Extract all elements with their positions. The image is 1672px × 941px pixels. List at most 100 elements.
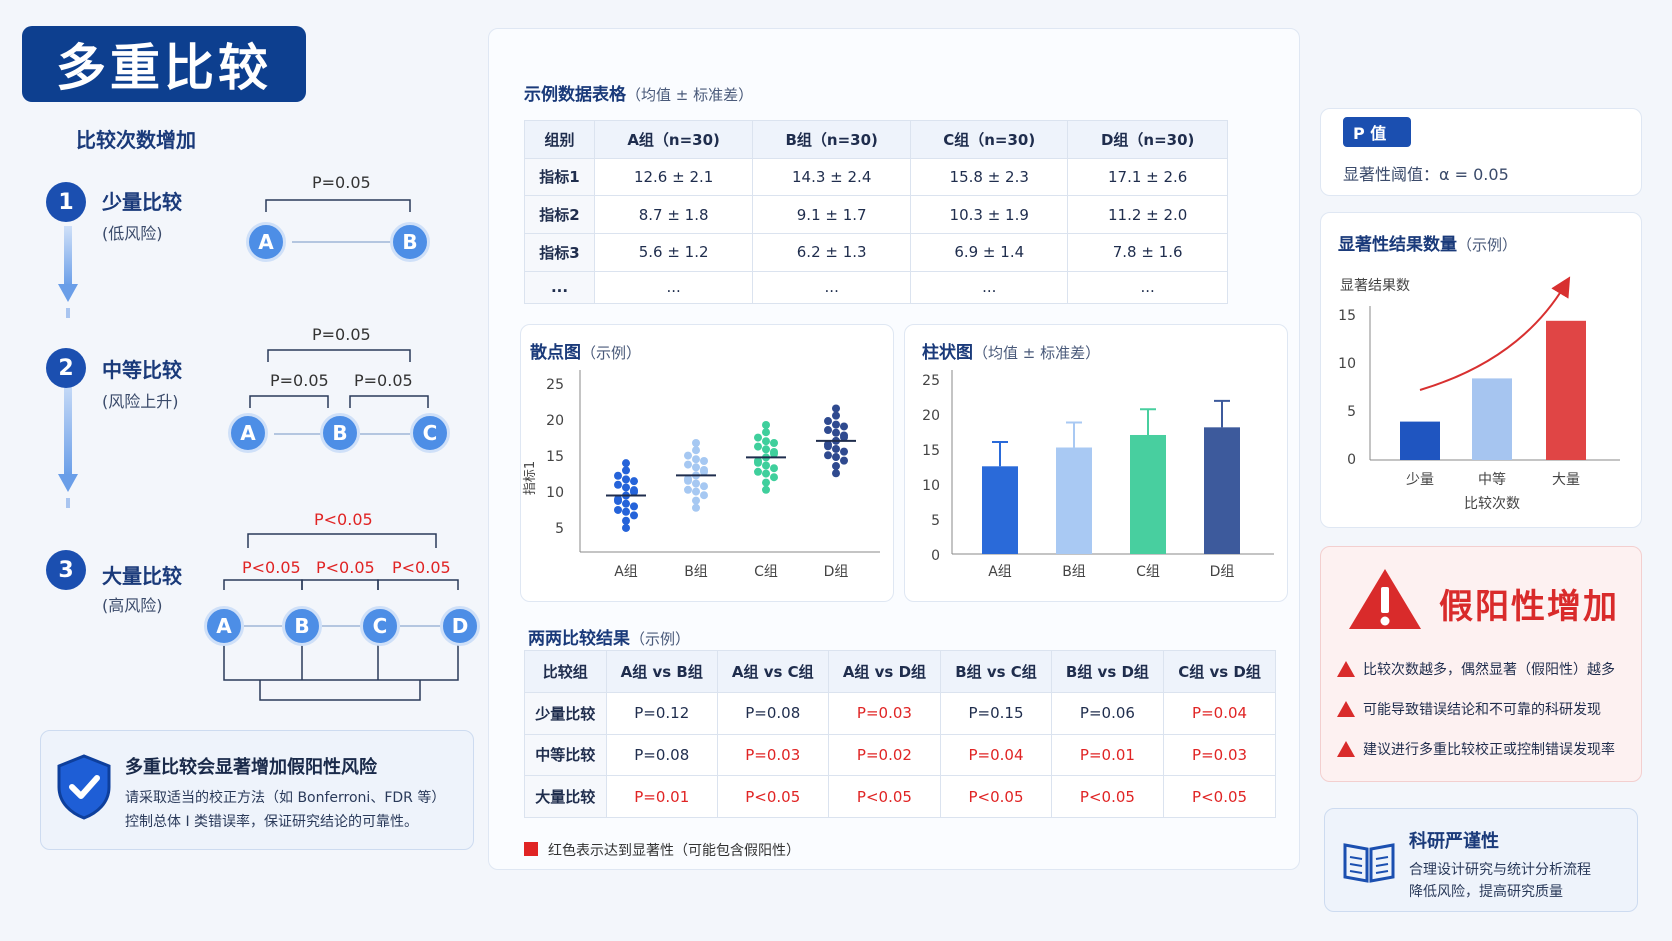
scatter-point — [840, 456, 848, 465]
step3-node-d: D — [440, 606, 480, 646]
bar-ytick: 15 — [922, 443, 940, 459]
sig-bar — [1472, 378, 1512, 460]
scatter-point — [832, 428, 840, 437]
warning-item: 建议进行多重比较校正或控制错误发现率 — [1337, 739, 1615, 759]
scatter-point — [770, 448, 778, 456]
data-table-header: B组（n=30) — [752, 120, 912, 159]
sig-ylabel: 显著结果数 — [1340, 278, 1410, 294]
sig-xtick: 大量 — [1552, 472, 1580, 488]
scatter-point — [684, 451, 692, 460]
scatter-xtick: C组 — [754, 564, 778, 580]
error-bar — [1066, 421, 1082, 448]
legend-text: 红色表示达到显著性（可能包含假阳性） — [548, 843, 800, 859]
scatter-point — [614, 480, 622, 489]
rigor-line-1: 合理设计研究与统计分析流程 — [1409, 862, 1591, 878]
scatter-point — [762, 469, 770, 478]
step2-node-a: A — [228, 413, 268, 453]
scatter-point — [832, 469, 840, 478]
step3-p1: P<0.05 — [242, 558, 301, 577]
scatter-ylabel: 指标1 — [523, 461, 538, 495]
subtitle: 比较次数增加 — [76, 128, 196, 152]
data-table-header: A组（n=30) — [594, 120, 754, 159]
step3-node-c: C — [360, 606, 400, 646]
sig-xtick: 少量 — [1406, 472, 1434, 488]
step3-p2: P<0.05 — [316, 558, 375, 577]
data-table-header: C组（n=30) — [910, 120, 1069, 159]
sig-ytick: 5 — [1347, 404, 1356, 420]
step1-p-top: P=0.05 — [312, 173, 371, 192]
scatter-point — [692, 503, 700, 512]
scatter-point — [824, 451, 832, 460]
scatter-point — [630, 502, 638, 511]
step-1-sub: (低风险) — [102, 224, 163, 243]
warning-item: 可能导致错误结论和不可靠的科研发现 — [1337, 699, 1601, 719]
table-row: 指标2 8.7 ± 1.8 9.1 ± 1.7 10.3 ± 1.9 11.2 … — [523, 195, 1228, 234]
rigor-title: 科研严谨性 — [1409, 831, 1499, 852]
bar-xtick: D组 — [1210, 564, 1235, 580]
sig-bar — [1400, 421, 1440, 460]
pvalue-text: 显著性阈值：α = 0.05 — [1343, 165, 1509, 184]
scatter-xtick: B组 — [684, 564, 708, 580]
table-row: 指标1 12.6 ± 2.1 14.3 ± 2.4 15.8 ± 2.3 17.… — [523, 157, 1228, 197]
scatter-point — [630, 486, 638, 495]
scatter-point — [762, 421, 770, 429]
risk-line-1: 请采取适当的校正方法（如 Bonferroni、FDR 等） — [125, 790, 446, 806]
pairwise-title: 两两比较结果（示例） — [528, 629, 691, 649]
risk-line-2: 控制总体 I 类错误率，保证研究结论的可靠性。 — [125, 814, 419, 830]
scatter-plot: 指标1 25 20 15 10 5 A组 B组 C组 D组 — [523, 370, 880, 580]
scatter-point — [840, 431, 848, 440]
pairwise-header: A组 vs B组 — [605, 650, 718, 693]
page-title: 多重比较 — [22, 26, 306, 102]
scatter-point — [824, 442, 832, 451]
scatter-point — [762, 445, 770, 454]
warning-item: 比较次数越多，偶然显著（假阳性）越多 — [1337, 659, 1615, 679]
sig-chart-title: 显著性结果数量（示例） — [1338, 235, 1518, 255]
bar-ytick: 20 — [922, 408, 940, 424]
bar-xtick: A组 — [988, 564, 1012, 580]
scatter-point — [622, 466, 630, 475]
sig-bar — [1546, 320, 1586, 460]
bar-ytick: 5 — [931, 513, 940, 529]
scatter-point — [622, 499, 630, 508]
table-row: ... ... ... ... ... — [523, 270, 1228, 304]
pairwise-header: B组 vs D组 — [1050, 650, 1165, 693]
false-positive-title: 假阳性增加 — [1439, 587, 1619, 627]
data-table-header: D组（n=30) — [1067, 120, 1228, 159]
scatter-point — [692, 463, 700, 472]
scatter-point — [762, 485, 770, 494]
sig-xlabel: 比较次数 — [1464, 496, 1520, 512]
sig-chart: 显著结果数 15 10 5 0 比较次数 少量 中等 大量 — [1338, 276, 1620, 512]
scatter-point — [754, 433, 762, 442]
scatter-point — [832, 462, 840, 471]
bar-xtick: C组 — [1136, 564, 1160, 580]
error-bar — [992, 440, 1008, 467]
trend-arrow — [1419, 276, 1571, 391]
pairwise-header: A组 vs D组 — [827, 650, 942, 693]
shield-check-icon — [57, 754, 111, 820]
scatter-point — [692, 446, 700, 455]
scatter-point — [832, 444, 840, 453]
sig-ytick: 15 — [1338, 308, 1356, 324]
warning-icon — [1349, 569, 1421, 629]
bar — [1130, 434, 1166, 554]
scatter-point — [692, 487, 700, 496]
scatter-point — [692, 496, 700, 505]
book-icon — [1343, 843, 1395, 883]
scatter-point — [840, 447, 848, 456]
scatter-point — [622, 475, 630, 484]
step-3-number: 3 — [46, 550, 86, 590]
scatter-point — [700, 491, 708, 500]
step-3-title: 大量比较 — [102, 564, 182, 588]
false-positive-card: 假阳性增加 比较次数越多，偶然显著（假阳性）越多 可能导致错误结论和不可靠的科研… — [1320, 546, 1642, 782]
step1-node-b: B — [390, 222, 430, 262]
warning-small-icon — [1337, 741, 1355, 757]
scatter-point — [630, 511, 638, 520]
sig-xtick: 中等 — [1478, 471, 1506, 488]
data-table-header: 组别 — [523, 120, 596, 159]
bar-ytick: 25 — [922, 373, 940, 389]
scatter-point — [754, 458, 762, 467]
scatter-point — [832, 453, 840, 462]
pvalue-badge: P 值 — [1343, 117, 1411, 147]
scatter-point — [630, 477, 638, 486]
step3-node-a: A — [204, 606, 244, 646]
